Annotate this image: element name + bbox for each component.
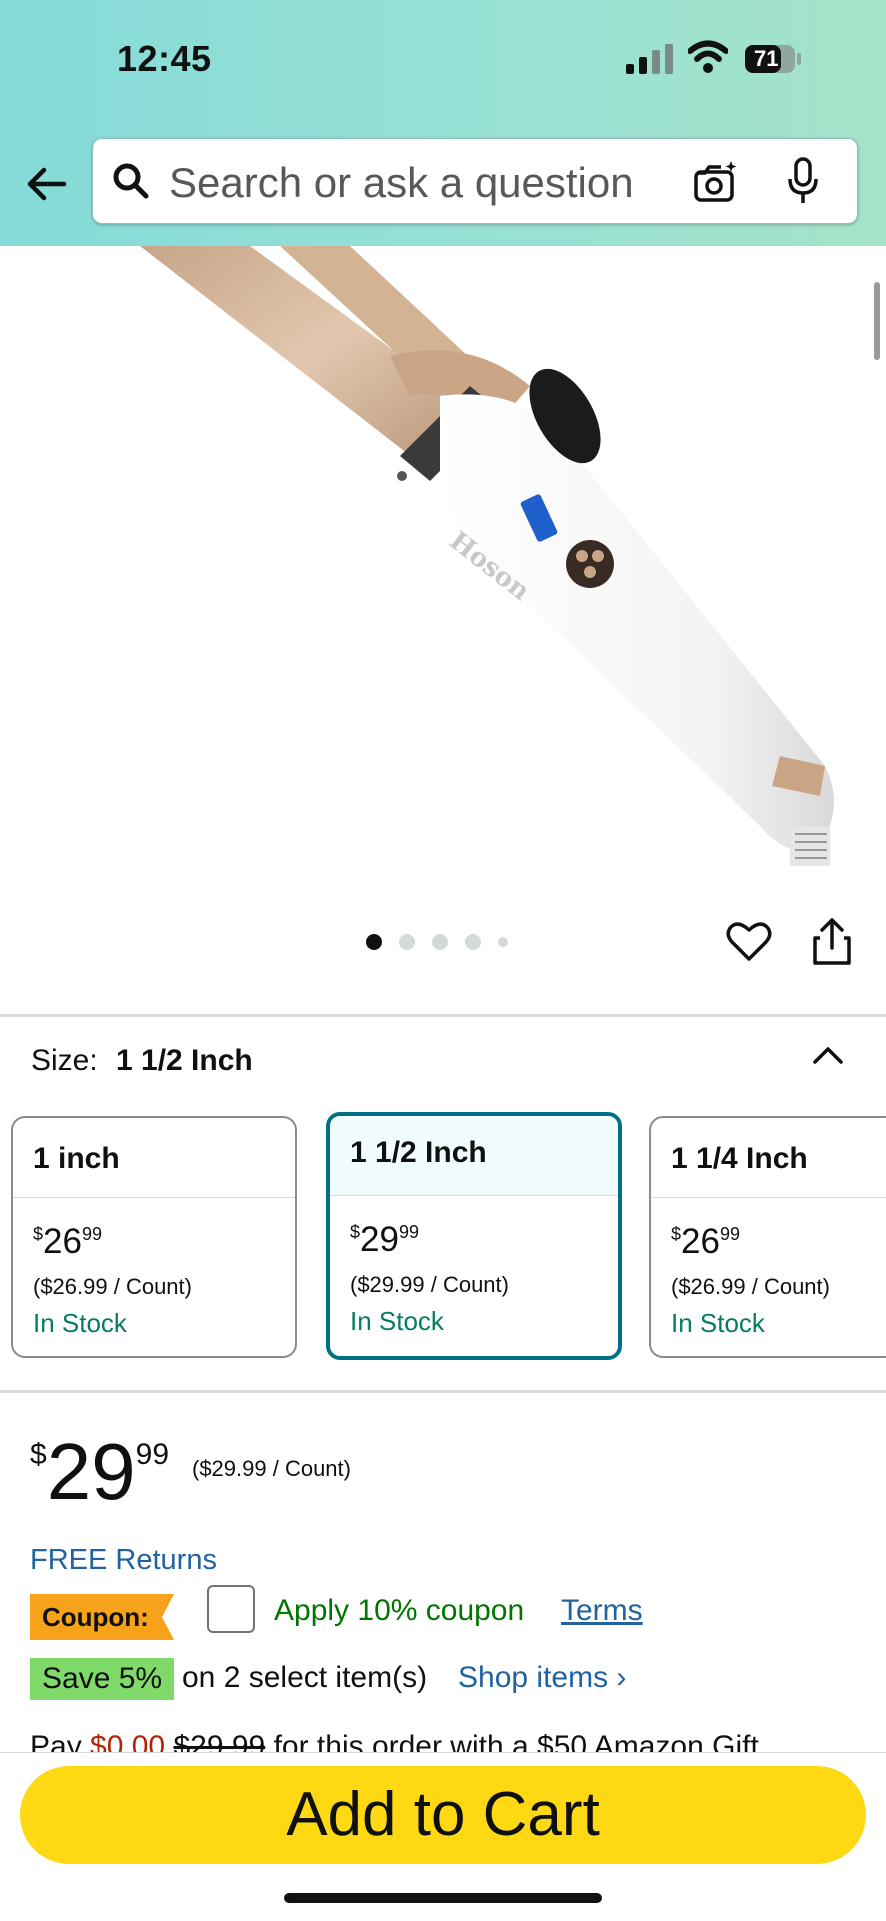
carousel-dot[interactable]: [366, 934, 382, 950]
size-option-stock: In Stock: [671, 1308, 765, 1338]
search-icon: [113, 163, 149, 199]
size-option-price: $2999: [350, 1220, 419, 1259]
wifi-icon: [688, 40, 728, 73]
size-option-1-1-2-inch[interactable]: 1 1/2 Inch $2999 ($29.99 / Count) In Sto…: [326, 1112, 622, 1360]
save-badge: Save 5%: [30, 1658, 175, 1700]
size-option-unit-price: ($26.99 / Count): [671, 1274, 830, 1299]
battery-icon: 71: [744, 44, 802, 74]
size-option-stock: In Stock: [350, 1306, 444, 1336]
size-option-name: 1 inch: [13, 1118, 295, 1198]
home-indicator[interactable]: [284, 1893, 602, 1903]
camera-search-icon[interactable]: [693, 159, 739, 203]
coupon-tag: Coupon:: [30, 1594, 174, 1640]
size-option-price: $2699: [33, 1222, 102, 1261]
back-arrow-icon[interactable]: [24, 162, 68, 206]
image-carousel-indicator[interactable]: [366, 934, 508, 950]
size-option-price: $2699: [671, 1222, 740, 1261]
size-option-1-1-4-inch[interactable]: 1 1/4 Inch $2699 ($26.99 / Count) In Sto…: [649, 1116, 886, 1358]
size-option-unit-price: ($29.99 / Count): [350, 1272, 509, 1297]
size-option-unit-price: ($26.99 / Count): [33, 1274, 192, 1299]
battery-level: 71: [754, 46, 779, 71]
carousel-dot[interactable]: [498, 937, 508, 947]
search-placeholder[interactable]: Search or ask a question: [169, 159, 634, 207]
size-option-name: 1 1/2 Inch: [330, 1116, 618, 1196]
carousel-dot[interactable]: [432, 934, 448, 950]
search-bar[interactable]: Search or ask a question: [92, 138, 858, 224]
section-divider: [0, 1014, 886, 1017]
chevron-up-icon[interactable]: [812, 1040, 844, 1070]
free-returns-link[interactable]: FREE Returns: [30, 1544, 217, 1577]
heart-icon[interactable]: [726, 918, 772, 964]
add-to-cart-button[interactable]: Add to Cart: [20, 1766, 866, 1864]
shop-items-link[interactable]: Shop items ›: [458, 1661, 626, 1695]
apply-coupon-text[interactable]: Apply 10% coupon: [274, 1594, 524, 1628]
scrollbar[interactable]: [874, 282, 880, 360]
product-image[interactable]: Hoson: [0, 246, 886, 886]
main-price: $2999: [30, 1427, 170, 1516]
share-icon[interactable]: [812, 916, 852, 966]
price-per-unit: ($29.99 / Count): [192, 1456, 351, 1481]
microphone-icon[interactable]: [787, 157, 819, 205]
status-time: 12:45: [117, 38, 212, 79]
select-items-text: on 2 select item(s): [182, 1661, 428, 1694]
curling-iron-illustration: [140, 246, 834, 866]
coupon-checkbox[interactable]: [207, 1585, 255, 1633]
selected-size: 1 1/2 Inch: [116, 1044, 253, 1077]
section-divider: [0, 1390, 886, 1393]
size-label: Size:: [31, 1044, 98, 1077]
size-option-name: 1 1/4 Inch: [651, 1118, 886, 1198]
coupon-tag-label: Coupon:: [42, 1602, 149, 1632]
cellular-signal-icon: [626, 44, 673, 74]
carousel-dot[interactable]: [399, 934, 415, 950]
size-option-1-inch[interactable]: 1 inch $2699 ($26.99 / Count) In Stock: [11, 1116, 297, 1358]
carousel-dot[interactable]: [465, 934, 481, 950]
size-option-stock: In Stock: [33, 1308, 127, 1338]
coupon-terms-link[interactable]: Terms: [561, 1594, 643, 1628]
